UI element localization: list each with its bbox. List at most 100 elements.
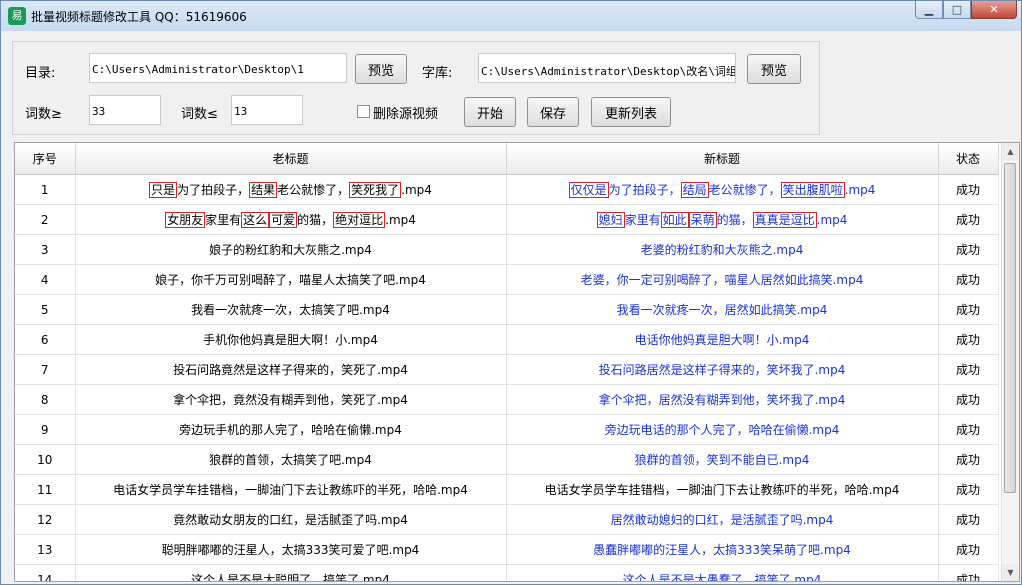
title-text: 家里有 [205,213,242,227]
scroll-down-icon[interactable]: ▼ [1002,564,1019,581]
replaced-word: 笑出腹肌啦 [780,182,845,198]
title-text: 老婆，你一定可别喝醉了，喵星人居然如此搞笑.mp4 [580,273,864,287]
replaced-word: 媳妇 [596,212,625,228]
save-button[interactable]: 保存 [527,97,579,127]
title-grid[interactable]: 序号 老标题 新标题 状态 1 只是 为了拍段子， 结果 老公就惨了， 笑死我了 .mp4 仅… [14,142,1020,582]
replaced-word: 笑死我了 [349,182,402,198]
cell-index: 9 [15,414,76,445]
delete-source-checkbox[interactable] [357,105,370,118]
dir-label: 目录: [25,66,56,81]
table-row[interactable]: 3 娘子的粉红豹和大灰熊之.mp4 老婆的粉红豹和大灰熊之.mp4 成功 [15,234,999,265]
table-row[interactable]: 2 女朋友 家里有 这么 可爱 的猫， 绝对逗比 .mp4 媳妇 家里有 如此 呆萌 的猫， 真真是逗比.… [15,204,999,235]
cell-index: 12 [15,504,76,535]
table-row[interactable]: 5 我看一次就疼一次，太搞笑了吧.mp4 我看一次就疼一次，居然如此搞笑.mp4 成功 [15,294,999,325]
table-row[interactable]: 8 拿个伞把，竟然没有糊弄到他，笑死了.mp4 拿个伞把，居然没有糊弄到他，笑坏我了… [15,384,999,415]
cell-status: 成功 [938,174,999,205]
table-row[interactable]: 13 聪明胖嘟嘟的汪星人，太搞333笑可爱了吧.mp4 愚蠢胖嘟嘟的汪星人，太搞33… [15,534,999,565]
start-button[interactable]: 开始 [464,97,516,127]
main-window: 易 批量视频标题修改工具 QQ：51619606 ▁ □ ✕ 目录: C:\Us… [0,0,1022,585]
table-row[interactable]: 4 娘子，你千万可别喝醉了，喵星人太搞笑了吧.mp4 老婆，你一定可别喝醉了，喵星人… [15,264,999,295]
cell-old-title: 这个人是不是太聪明了，搞笑了.mp4 [75,564,507,582]
cell-index: 5 [15,294,76,325]
cell-new-title: 老婆的粉红豹和大灰熊之.mp4 [506,234,939,265]
table-row[interactable]: 10 狼群的首领，太搞笑了吧.mp4 狼群的首领，笑到不能自已.mp4 成功 [15,444,999,475]
cell-old-title: 旁边玩手机的那人完了，哈哈在偷懒.mp4 [75,414,507,445]
table-row[interactable]: 6 手机你他妈真是胆大啊！小.mp4 电话你他妈真是胆大啊！小.mp4 成功 [15,324,999,355]
table-row[interactable]: 14 这个人是不是太聪明了，搞笑了.mp4 这个人是不是太愚蠢了，搞笑了.mp4 成功 [15,564,999,582]
replaced-word: 女朋友 [165,212,206,228]
cell-index: 11 [15,474,76,505]
cell-index: 13 [15,534,76,565]
dir-browse-button[interactable]: 预览 [355,54,407,84]
refresh-list-button[interactable]: 更新列表 [591,97,671,127]
replaced-word: 结果 [249,182,278,198]
table-row[interactable]: 11 电话女学员学车挂错档，一脚油门下去让教练吓的半死，哈哈.mp4 电话女学员学车… [15,474,999,505]
cell-old-title: 我看一次就疼一次，太搞笑了吧.mp4 [75,294,507,325]
cell-new-title: 我看一次就疼一次，居然如此搞笑.mp4 [506,294,939,325]
cell-new-title: 居然敢动媳妇的口红，是活腻歪了吗.mp4 [506,504,939,535]
title-text: 这个人是不是太聪明了，搞笑了.mp4 [191,573,390,582]
min-words-input[interactable]: 33 [89,95,161,125]
cell-new-title: 老婆，你一定可别喝醉了，喵星人居然如此搞笑.mp4 [506,264,939,295]
title-bar[interactable]: 易 批量视频标题修改工具 QQ：51619606 ▁ □ ✕ [1,1,1021,31]
delete-source-label: 删除源视频 [373,107,439,122]
title-text: 投石问路居然是这样子得来的，笑坏我了.mp4 [598,363,846,377]
replaced-word: 呆萌 [688,212,717,228]
table-row[interactable]: 12 竟然敢动女朋友的口红，是活腻歪了吗.mp4 居然敢动媳妇的口红，是活腻歪了吗.… [15,504,999,535]
scroll-up-icon[interactable]: ▲ [1002,143,1019,160]
replaced-word: 绝对逗比 [333,212,386,228]
title-text: 投石问路竟然是这样子得来的，笑死了.mp4 [173,363,408,377]
table-row[interactable]: 7 投石问路竟然是这样子得来的，笑死了.mp4 投石问路居然是这样子得来的，笑坏我了… [15,354,999,385]
title-text: 为了拍段子， [177,183,250,197]
cell-new-title: 投石问路居然是这样子得来的，笑坏我了.mp4 [506,354,939,385]
table-row[interactable]: 9 旁边玩手机的那人完了，哈哈在偷懒.mp4 旁边玩电话的那个人完了，哈哈在偷懒.m… [15,414,999,445]
title-text: 旁边玩手机的那人完了，哈哈在偷懒.mp4 [179,423,402,437]
cell-index: 8 [15,384,76,415]
close-button[interactable]: ✕ [971,1,1017,19]
dir-input[interactable]: C:\Users\Administrator\Desktop\1 [89,53,347,83]
col-header-old-title[interactable]: 老标题 [75,143,507,175]
cell-old-title: 女朋友 家里有 这么 可爱 的猫， 绝对逗比 .mp4 [75,204,507,235]
lib-input[interactable]: C:\Users\Administrator\Desktop\改名\词组库 [478,53,736,83]
table-row[interactable]: 1 只是 为了拍段子， 结果 老公就惨了， 笑死我了 .mp4 仅仅是 为了拍段子， 结局 老公就惨… [15,174,999,205]
vertical-scrollbar[interactable]: ▲ ▼ [1001,143,1019,581]
col-header-index[interactable]: 序号 [15,143,76,175]
cell-old-title: 狼群的首领，太搞笑了吧.mp4 [75,444,507,475]
cell-old-title: 电话女学员学车挂错档，一脚油门下去让教练吓的半死，哈哈.mp4 [75,474,507,505]
title-text: 手机你他妈真是胆大啊！小.mp4 [203,333,378,347]
cell-new-title: 仅仅是 为了拍段子， 结局 老公就惨了， 笑出腹肌啦 .mp4 [506,174,939,205]
lib-browse-button[interactable]: 预览 [747,54,801,84]
cell-index: 3 [15,234,76,265]
cell-new-title: 狼群的首领，笑到不能自已.mp4 [506,444,939,475]
col-header-new-title[interactable]: 新标题 [506,143,939,175]
cell-new-title: 电话你他妈真是胆大啊！小.mp4 [506,324,939,355]
max-words-input[interactable]: 13 [231,95,303,125]
title-text: 的猫， [716,213,753,227]
title-text: 这个人是不是太愚蠢了，搞笑了.mp4 [622,573,822,582]
replaced-word: 仅仅是 [568,182,609,198]
cell-new-title: 旁边玩电话的那个人完了，哈哈在偷懒.mp4 [506,414,939,445]
settings-panel: 目录: C:\Users\Administrator\Desktop\1 预览 … [12,41,820,135]
cell-status: 成功 [938,414,999,445]
titles-table: 序号 老标题 新标题 状态 1 只是 为了拍段子， 结果 老公就惨了， 笑死我了 .mp4 仅… [15,143,999,582]
cell-new-title: 这个人是不是太愚蠢了，搞笑了.mp4 [506,564,939,582]
col-header-status[interactable]: 状态 [938,143,999,175]
title-text: 拿个伞把，竟然没有糊弄到他，笑死了.mp4 [173,393,408,407]
title-text: 我看一次就疼一次，居然如此搞笑.mp4 [616,303,828,317]
cell-old-title: 手机你他妈真是胆大啊！小.mp4 [75,324,507,355]
title-text: 电话女学员学车挂错档，一脚油门下去让教练吓的半死，哈哈.mp4 [544,483,900,497]
maximize-button[interactable]: □ [943,1,971,19]
app-icon: 易 [8,7,26,25]
cell-old-title: 娘子的粉红豹和大灰熊之.mp4 [75,234,507,265]
minimize-icon: ▁ [924,3,934,16]
replaced-word: 可爱 [269,212,298,228]
title-text: 老婆的粉红豹和大灰熊之.mp4 [640,243,804,257]
scroll-thumb[interactable] [1004,163,1016,493]
title-text: .mp4 [844,183,876,197]
cell-new-title: 媳妇 家里有 如此 呆萌 的猫， 真真是逗比 .mp4 [506,204,939,235]
title-text: 旁边玩电话的那个人完了，哈哈在偷懒.mp4 [604,423,840,437]
cell-index: 6 [15,324,76,355]
cell-old-title: 娘子，你千万可别喝醉了，喵星人太搞笑了吧.mp4 [75,264,507,295]
cell-status: 成功 [938,204,999,235]
minimize-button[interactable]: ▁ [915,1,943,19]
